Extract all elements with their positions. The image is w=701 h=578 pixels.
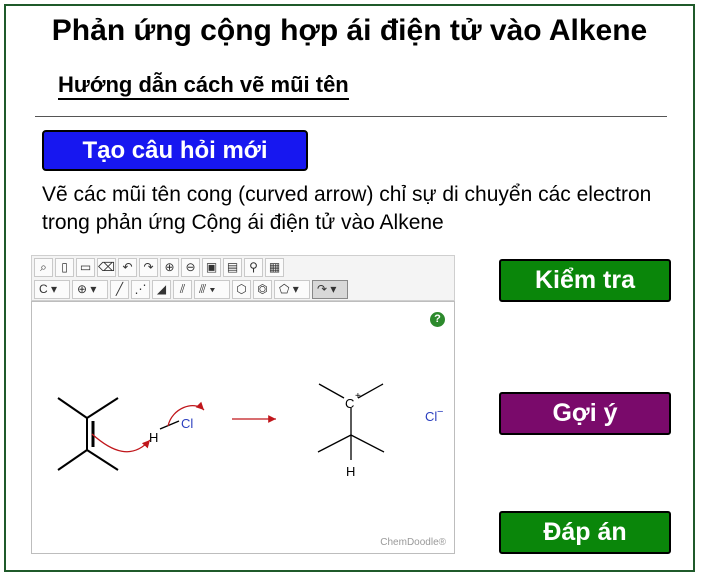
reaction-drawing: H Cl C + H Cl −	[57, 383, 443, 479]
editor-toolbar: ⌕ ▯ ▭ ⌫ ↶ ↷ ⊕ ⊖ ▣ ▤ ⚲ ▦ C ▾ ⊕ ▾ ╱ ⋰ ◢ ⫽ …	[31, 255, 455, 301]
clear-icon[interactable]: ▯	[55, 257, 74, 277]
clean-icon[interactable]: ⌫	[97, 257, 116, 277]
eraser-icon[interactable]: ▭	[76, 257, 95, 277]
answer-button[interactable]: Đáp án	[499, 511, 671, 554]
help-icon[interactable]: ?	[430, 312, 445, 327]
single-bond-icon[interactable]: ╱	[110, 279, 129, 299]
search-icon[interactable]: ⚲	[244, 257, 263, 277]
instructions-text: Vẽ các mũi tên cong (curved arrow) chỉ s…	[42, 183, 652, 234]
curved-arrow-pi-to-h	[91, 433, 151, 453]
check-button[interactable]: Kiểm tra	[499, 259, 671, 302]
wedge-bond-icon[interactable]: ◢	[152, 279, 171, 299]
chlorine-label: Cl	[181, 416, 193, 431]
charge-icon[interactable]: ⊕ ▾	[72, 279, 108, 299]
dashed-bond-icon[interactable]: ⋰	[131, 279, 150, 299]
alkene-molecule	[57, 397, 119, 471]
hydrogen-label: H	[149, 430, 158, 445]
pentagon-ring-icon[interactable]: ⬠ ▾	[274, 279, 310, 299]
product-hydrogen-label: H	[346, 464, 355, 479]
curved-arrow-icon[interactable]: ↷ ▾	[312, 279, 348, 299]
atom-select[interactable]: C ▾	[34, 279, 70, 299]
hexagon-ring-icon[interactable]: ⬡	[232, 279, 251, 299]
chloride-charge: −	[437, 406, 443, 418]
open-icon[interactable]: ▣	[202, 257, 221, 277]
cation-carbon-label: C	[345, 396, 354, 411]
new-question-button[interactable]: Tạo câu hỏi mới	[42, 130, 308, 171]
page-title: Phản ứng cộng hợp ái điện tử vào Alkene	[51, 14, 648, 47]
undo-icon[interactable]: ↶	[118, 257, 137, 277]
hint-button[interactable]: Gợi ý	[499, 392, 671, 435]
chemdoodle-brand: ChemDoodle®	[380, 537, 446, 548]
lasso-icon[interactable]: ⌕	[34, 257, 53, 277]
double-bond-icon[interactable]: ⫽	[173, 279, 192, 299]
calculate-icon[interactable]: ▦	[265, 257, 284, 277]
triple-bond-icon[interactable]: ⫻ ▾	[194, 279, 230, 299]
benzene-ring-icon[interactable]: ⏣	[253, 279, 272, 299]
redo-icon[interactable]: ↷	[139, 257, 158, 277]
cation-charge: +	[355, 391, 361, 402]
drawing-canvas[interactable]: ? H Cl C + H Cl − ChemDoodle®	[31, 301, 455, 554]
save-icon[interactable]: ▤	[223, 257, 242, 277]
page-subtitle: Hướng dẫn cách vẽ mũi tên	[58, 72, 349, 100]
chloride-label: Cl	[425, 409, 437, 424]
atom-select-value: C	[39, 281, 48, 296]
zoom-out-icon[interactable]: ⊖	[181, 257, 200, 277]
zoom-in-icon[interactable]: ⊕	[160, 257, 179, 277]
divider	[35, 116, 667, 117]
